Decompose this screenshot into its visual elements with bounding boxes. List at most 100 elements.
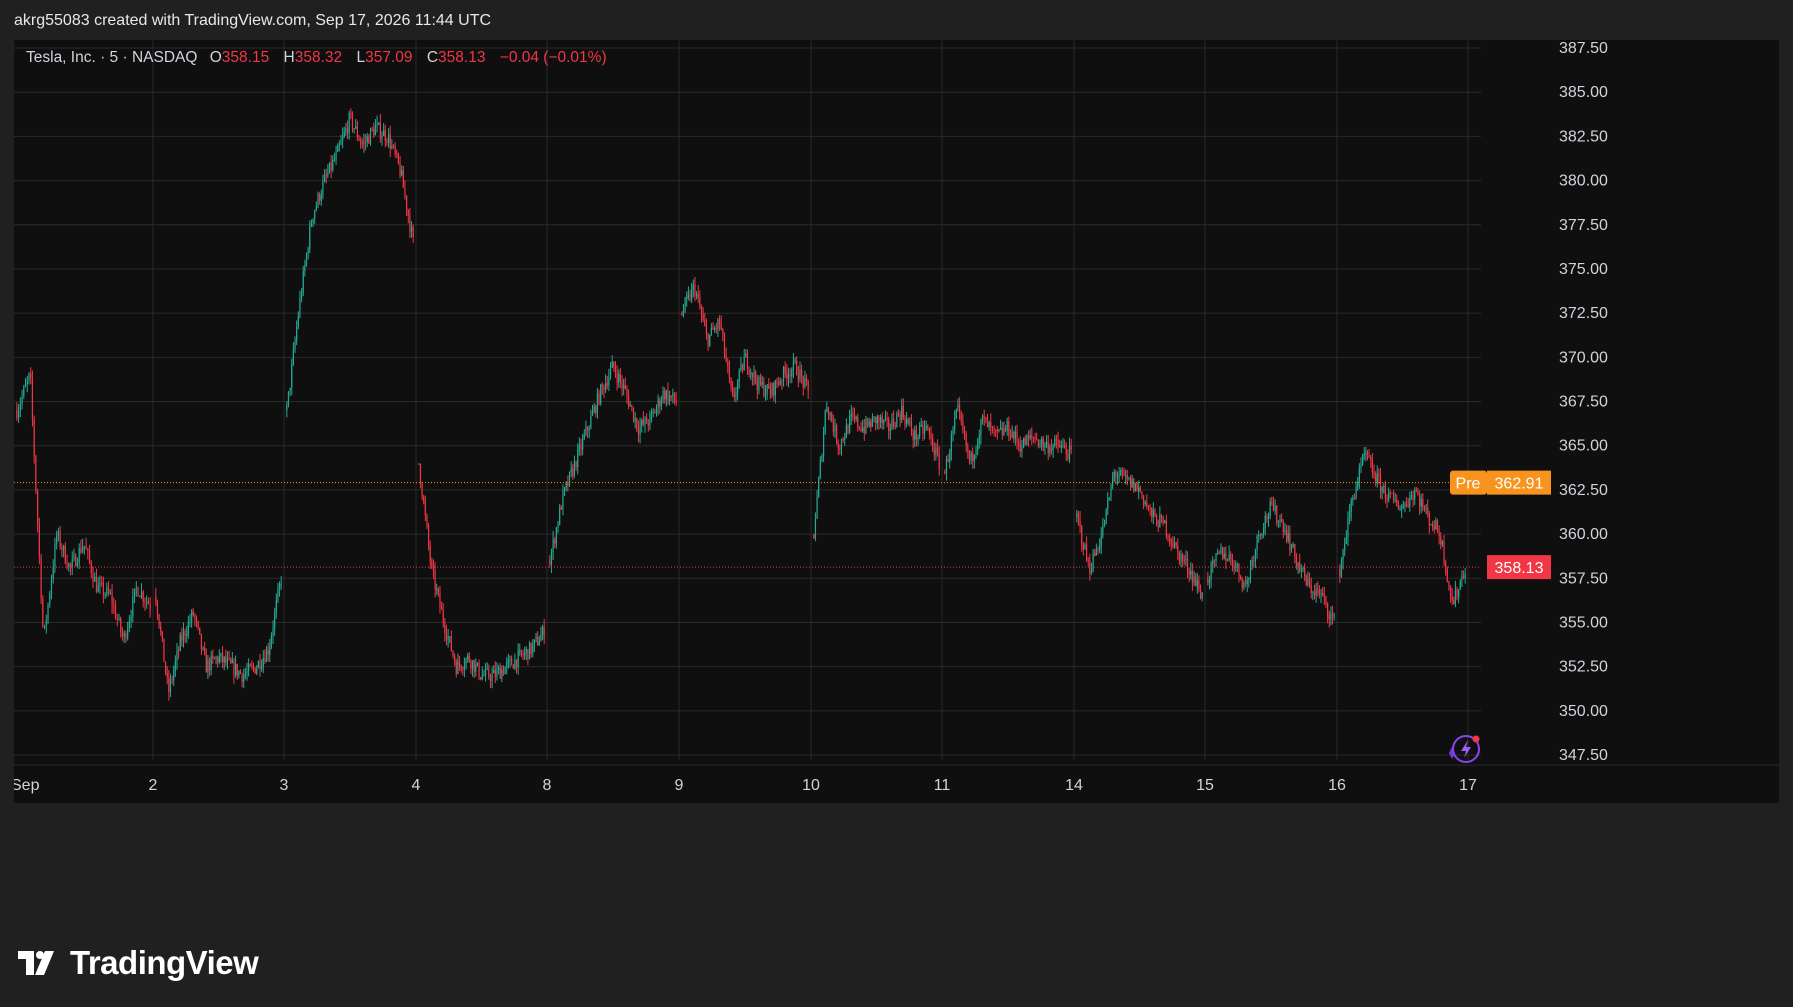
candle-body — [647, 423, 649, 426]
candle-body — [857, 416, 859, 427]
candle-body — [104, 594, 106, 596]
candle-body — [213, 657, 216, 660]
candle-body — [919, 425, 921, 436]
candle-body — [1251, 560, 1253, 566]
candle-body — [1213, 560, 1215, 562]
candle-body — [570, 468, 572, 472]
candle-body — [519, 650, 521, 652]
candle-body — [187, 622, 189, 635]
candle-body — [927, 425, 929, 429]
candle-body — [1177, 545, 1179, 552]
candle-body — [406, 195, 408, 211]
candle-body — [524, 652, 526, 656]
candle-body — [85, 545, 87, 550]
candle-body — [434, 570, 436, 590]
candle-body — [371, 128, 373, 130]
candle-body — [1458, 589, 1460, 597]
candle-body — [1026, 436, 1028, 446]
candle-body — [486, 668, 488, 670]
candle-body — [368, 136, 370, 144]
candle-body — [1009, 435, 1012, 438]
candle-body — [575, 461, 577, 468]
candle-body — [294, 340, 296, 350]
candle-body — [704, 320, 706, 326]
candle-body — [686, 296, 688, 299]
candle-body — [957, 404, 959, 410]
candle-body — [57, 531, 60, 536]
candle-body — [1182, 554, 1184, 561]
candle-body — [845, 425, 847, 438]
candle-body — [1087, 559, 1089, 561]
candle-body — [598, 393, 600, 404]
candle-body — [488, 668, 490, 678]
candle-body — [1459, 580, 1461, 590]
candle-body — [1425, 507, 1427, 509]
candle-body — [73, 555, 75, 560]
candle-body — [1031, 435, 1033, 437]
candle-body — [1432, 524, 1434, 528]
price-tick-label: 377.50 — [1559, 217, 1608, 234]
tradingview-logo[interactable]: TradingView — [18, 944, 259, 982]
candle-body — [23, 386, 25, 396]
candle-body — [1375, 476, 1377, 483]
candle-body — [82, 546, 84, 553]
candle-body — [24, 384, 27, 387]
candle-body — [1175, 542, 1177, 546]
candle-body — [930, 433, 932, 439]
candle-body — [826, 407, 828, 412]
candle-body — [881, 417, 883, 424]
candle-body — [1300, 569, 1302, 572]
candle-body — [899, 414, 901, 420]
candle-body — [1449, 585, 1452, 596]
candle-body — [259, 661, 261, 670]
candle-body — [1308, 579, 1311, 585]
legend-high-value: 358.32 — [295, 49, 342, 66]
legend-low-value: 357.09 — [365, 49, 412, 66]
candle-body — [750, 372, 752, 374]
candle-body — [1414, 490, 1416, 499]
candle-body — [1218, 552, 1220, 554]
candle-body — [1154, 510, 1156, 517]
candle-body — [1453, 600, 1455, 605]
candle-body — [1461, 575, 1463, 581]
candle-body — [1399, 509, 1401, 511]
candle-body — [200, 633, 203, 649]
candle-body — [813, 534, 815, 539]
candle-body — [669, 395, 671, 402]
candle-body — [407, 210, 409, 216]
candle-body — [179, 635, 181, 651]
time-tick-label: 9 — [675, 777, 684, 794]
candle-body — [1258, 535, 1260, 537]
candle-body — [1231, 559, 1234, 566]
candle-body — [30, 373, 32, 379]
candle-body — [1366, 452, 1369, 458]
candle-body — [1079, 519, 1081, 527]
candle-body — [56, 535, 58, 544]
price-chart[interactable]: 387.50 385.00 382.50 380.00 377.50 375.00 372.… — [14, 40, 1779, 803]
candle-body — [97, 585, 99, 593]
candle-body — [1155, 516, 1158, 526]
candle-body — [304, 264, 306, 271]
candle-body — [262, 658, 264, 667]
candle-body — [1032, 436, 1035, 438]
candle-body — [323, 175, 326, 182]
candle-body — [1006, 421, 1008, 431]
candle-body — [707, 333, 709, 346]
candle-body — [1039, 443, 1041, 446]
candle-body — [445, 633, 448, 640]
candle-body — [705, 325, 708, 334]
price-tick-label: 362.50 — [1559, 482, 1608, 499]
candle-body — [802, 376, 804, 388]
candle-body — [221, 653, 224, 663]
candle-body — [691, 288, 693, 300]
candle-body — [568, 471, 571, 486]
candle-body — [156, 601, 159, 615]
candle-body — [1198, 580, 1200, 591]
candle-body — [766, 384, 768, 394]
candle-body — [621, 381, 623, 388]
candle-body — [962, 421, 964, 431]
candle-body — [1041, 438, 1043, 444]
candle-body — [1115, 472, 1117, 477]
candle-body — [404, 187, 406, 196]
candle-body — [1318, 590, 1321, 595]
